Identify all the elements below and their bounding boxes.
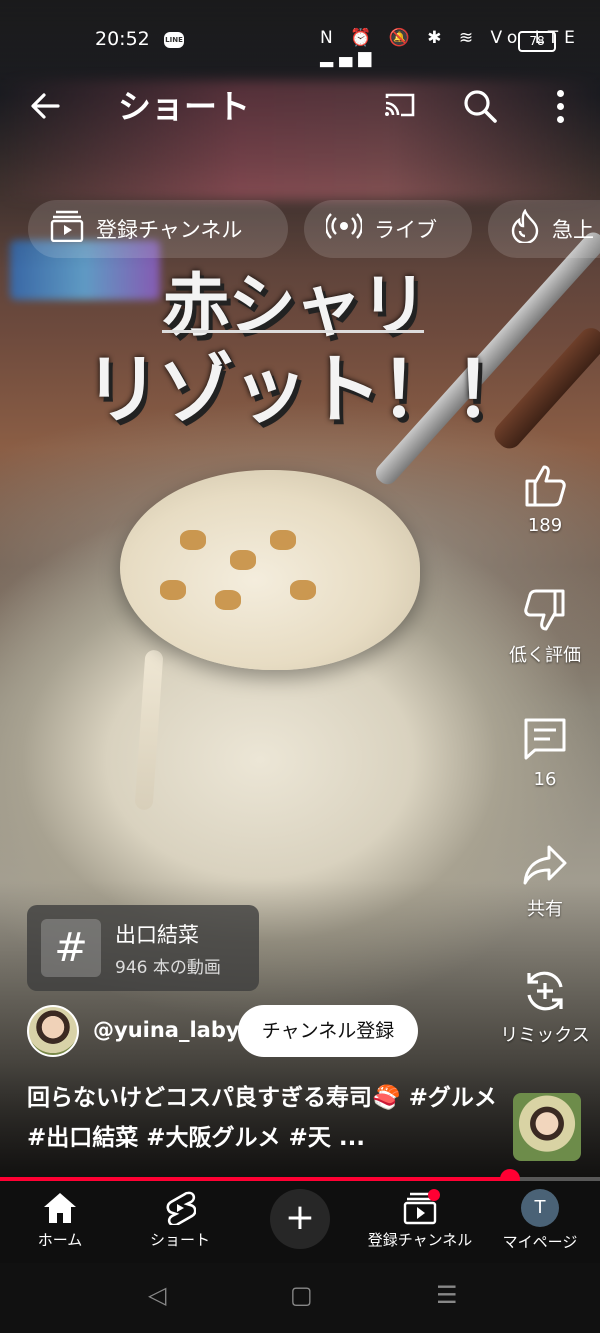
bottom-navigation: ホーム ショート + 登録チャンネル T マイページ — [0, 1181, 600, 1263]
nav-subscriptions[interactable]: 登録チャンネル — [360, 1181, 480, 1263]
chip-label: ライブ — [374, 218, 437, 242]
comments-button[interactable]: 16 — [490, 715, 600, 790]
video-ladle-head — [120, 470, 420, 670]
system-home-icon[interactable]: ▢ — [290, 1281, 313, 1309]
hashtag-card[interactable]: # 出口結菜 946 本の動画 — [27, 905, 259, 991]
nav-shorts-label: ショート — [149, 1231, 210, 1249]
dislike-button[interactable]: 低く評価 — [490, 587, 600, 667]
live-broadcast-icon — [324, 212, 364, 246]
share-arrow-icon — [523, 845, 567, 885]
remix-label: リミックス — [500, 1025, 590, 1046]
nav-subscriptions-label: 登録チャンネル — [367, 1231, 473, 1249]
battery-icon: 78 — [518, 31, 556, 52]
thumbs-down-icon — [524, 589, 565, 631]
action-rail: 189 低く評価 16 共有 リミックス — [490, 455, 600, 1055]
nav-profile[interactable]: T マイページ — [480, 1181, 600, 1263]
remix-button[interactable]: リミックス — [490, 967, 600, 1047]
status-bar: 20:52 LINE N ⏰ 🔕 ✱ ≋ Vo LTE ▂▄▆ 78 — [0, 0, 600, 80]
video-risotto-drip — [134, 649, 164, 811]
hashtag-icon: # — [41, 919, 101, 977]
notification-dot — [428, 1189, 440, 1201]
like-count: 189 — [527, 515, 563, 536]
video-caption-line2: リゾット！！ — [84, 345, 530, 434]
hashtag-name: 出口結菜 — [115, 923, 199, 947]
search-icon[interactable] — [462, 88, 498, 124]
page-title: ショート — [118, 87, 250, 126]
nav-home-label: ホーム — [37, 1231, 83, 1249]
sound-source-thumbnail[interactable] — [513, 1093, 581, 1161]
dislike-label: 低く評価 — [509, 645, 581, 666]
create-button[interactable]: + — [270, 1189, 330, 1249]
nav-shorts[interactable]: ショート — [120, 1181, 240, 1263]
chip-label: 登録チャンネル — [96, 218, 243, 242]
cast-icon[interactable] — [383, 92, 415, 117]
share-label: 共有 — [527, 899, 563, 920]
status-icons: N ⏰ 🔕 ✱ ≋ Vo LTE ▂▄▆ — [320, 28, 581, 68]
status-time: 20:52 — [95, 28, 150, 50]
line-app-icon: LINE — [164, 32, 184, 48]
back-arrow-icon[interactable] — [28, 86, 62, 135]
chip-label: 急上 — [552, 218, 594, 242]
video-caption-overlay: 赤シャリ リゾット！！ — [0, 250, 600, 434]
nav-home[interactable]: ホーム — [0, 1181, 120, 1263]
top-app-bar: ショート — [0, 78, 600, 138]
channel-avatar[interactable] — [27, 1005, 79, 1057]
system-back-icon[interactable]: ◁ — [148, 1281, 166, 1309]
thumbs-up-icon — [525, 465, 566, 507]
more-options-icon[interactable] — [550, 86, 570, 126]
channel-handle[interactable]: @yuina_laby — [93, 1018, 240, 1042]
remix-icon — [527, 971, 563, 1011]
comment-icon — [524, 718, 566, 760]
subscriptions-icon — [50, 210, 84, 248]
trending-flame-icon — [510, 208, 540, 249]
nav-profile-label: マイページ — [502, 1233, 578, 1251]
comment-count: 16 — [533, 769, 557, 790]
shorts-icon — [166, 1191, 196, 1225]
subscribe-button[interactable]: チャンネル登録 — [238, 1005, 418, 1057]
profile-avatar: T — [521, 1189, 559, 1227]
share-button[interactable]: 共有 — [490, 841, 600, 921]
like-button[interactable]: 189 — [490, 461, 600, 536]
hashtag-video-count: 946 本の動画 — [115, 958, 221, 978]
video-description[interactable]: 回らないけどコスパ良すぎる寿司🍣 #グルメ #出口結菜 #大阪グルメ #天 ..… — [27, 1078, 497, 1158]
system-navigation-bar: ◁ ▢ ☰ — [0, 1263, 600, 1333]
system-recents-icon[interactable]: ☰ — [436, 1281, 458, 1309]
home-icon — [44, 1193, 76, 1223]
